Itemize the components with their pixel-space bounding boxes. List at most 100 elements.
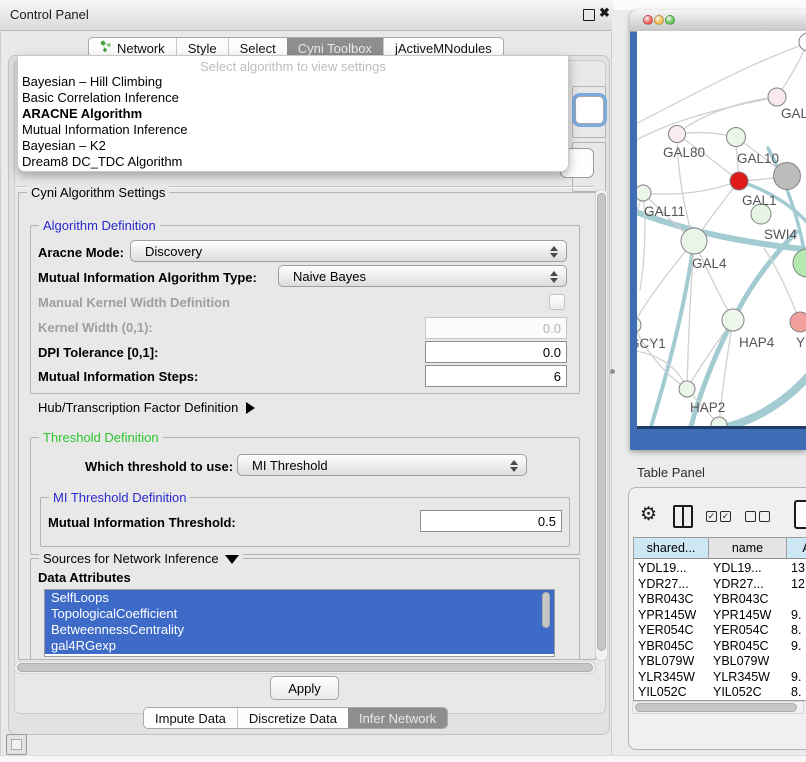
node-label-gal4: GAL4 <box>692 256 727 271</box>
network-node-salmon[interactable] <box>790 312 806 332</box>
table-row[interactable]: YDL19...YDL19...13 <box>634 561 806 577</box>
columns-icon[interactable] <box>673 505 693 528</box>
table-row[interactable]: YLR345WYLR345W9. <box>634 670 806 686</box>
table-cell: YBL079W <box>713 654 769 668</box>
algorithm-option[interactable]: Basic Correlation Inference <box>22 90 564 106</box>
settings-hscrollbar-thumb[interactable] <box>17 663 593 672</box>
table-row[interactable]: YBR045CYBR045C9. <box>634 639 806 655</box>
table-cell: YBR043C <box>638 592 694 606</box>
node-label-gal10: GAL10 <box>737 151 779 166</box>
network-node-big-green[interactable] <box>793 249 806 277</box>
dpi-tolerance-input[interactable]: 0.0 <box>425 341 567 363</box>
network-node-gal80[interactable] <box>669 126 686 143</box>
network-node-hap2[interactable] <box>679 381 695 397</box>
mi-algorithm-type-select[interactable]: Naive Bayes <box>278 265 567 287</box>
data-attributes-list[interactable]: SelfLoopsTopologicalCoefficientBetweenne… <box>44 589 555 657</box>
table-row[interactable]: YBR043CYBR043C <box>634 592 806 608</box>
node-label-gal-pink: GAL <box>781 106 806 121</box>
attribute-list-scrollbar[interactable] <box>542 592 550 628</box>
column-header-a[interactable]: A <box>787 538 806 559</box>
tab-label: jActiveMNodules <box>395 41 492 56</box>
algorithm-option[interactable]: ARACNE Algorithm <box>22 106 564 122</box>
tab-discretize-data[interactable]: Discretize Data <box>237 708 348 728</box>
network-node-gal10[interactable] <box>727 128 746 147</box>
hub-definition-label: Hub/Transcription Factor Definition <box>38 400 238 415</box>
minimized-panel-icon[interactable] <box>6 734 27 755</box>
mi-steps-input[interactable]: 6 <box>425 365 567 387</box>
network-node-gal1-red[interactable] <box>730 172 748 190</box>
algorithm-option[interactable]: Mutual Information Inference <box>22 122 564 138</box>
settings-vscrollbar-thumb[interactable] <box>597 193 606 651</box>
sources-title-wrap[interactable]: Sources for Network Inference <box>39 551 243 566</box>
table-row[interactable]: YPR145WYPR145W9. <box>634 608 806 624</box>
checked-checkbox-icon[interactable]: ✓ <box>706 511 717 522</box>
table-hscrollbar-thumb[interactable] <box>635 703 797 712</box>
network-node-gal11[interactable] <box>637 185 651 201</box>
apply-button[interactable]: Apply <box>270 676 339 700</box>
window-minimize-icon[interactable] <box>654 15 664 25</box>
window-zoom-icon[interactable] <box>665 15 675 25</box>
attribute-item[interactable]: gal4RGexp <box>45 638 554 654</box>
manual-kernel-checkbox[interactable] <box>549 294 565 310</box>
splitter-handle[interactable] <box>610 369 615 374</box>
kernel-width-label: Kernel Width (0,1): <box>38 320 153 335</box>
attribute-item[interactable]: TopologicalCoefficient <box>45 606 554 622</box>
kernel-width-input[interactable]: 0.0 <box>425 317 567 339</box>
mi-threshold-input[interactable]: 0.5 <box>420 510 562 532</box>
float-panel-icon[interactable] <box>583 9 595 21</box>
network-canvas[interactable]: GALGAL80GAL10GAL1GAL11SWI4GAL4GCY1HAP4YH… <box>637 31 806 426</box>
combo-arrows-icon <box>509 459 517 473</box>
focused-combo-fragment[interactable] <box>575 96 604 124</box>
network-node-gal4[interactable] <box>681 228 707 254</box>
network-edge <box>694 372 806 426</box>
table-cell: 8. <box>791 623 801 637</box>
unchecked-checkbox-icon[interactable] <box>759 511 770 522</box>
network-node-gal-pink[interactable] <box>768 88 786 106</box>
checked-checkbox-icon[interactable]: ✓ <box>720 511 731 522</box>
close-panel-icon[interactable]: ✖ <box>599 5 610 21</box>
network-node-hap4[interactable] <box>722 309 744 331</box>
hub-definition-section[interactable]: Hub/Transcription Factor Definition <box>38 399 255 417</box>
gear-icon[interactable]: ⚙ <box>640 503 657 526</box>
column-header-shared[interactable]: shared... <box>634 538 709 559</box>
table-row[interactable]: YER054CYER054C8. <box>634 623 806 639</box>
kernel-width-value: 0.0 <box>543 321 561 336</box>
node-label-gcy1: GCY1 <box>637 336 666 351</box>
node-table[interactable]: shared...nameA YDL19...YDL19...13YDR27...… <box>633 537 806 701</box>
attribute-item[interactable]: SelfLoops <box>45 590 554 606</box>
tab-infer-network[interactable]: Infer Network <box>348 708 447 728</box>
table-cell: 9. <box>791 639 801 653</box>
table-cell: YLR345W <box>638 670 695 684</box>
table-row[interactable]: YDR27...YDR27...12 <box>634 577 806 593</box>
data-attributes-label: Data Attributes <box>38 570 131 585</box>
network-node-gcy1[interactable] <box>637 317 641 333</box>
algorithm-option[interactable]: Bayesian – K2 <box>22 138 564 154</box>
table-panel-title: Table Panel <box>637 465 705 480</box>
network-node-gray-node[interactable] <box>774 163 801 190</box>
window-close-icon[interactable] <box>643 15 653 25</box>
control-panel-title: Control Panel <box>10 7 89 22</box>
network-graph: GALGAL80GAL10GAL1GAL11SWI4GAL4GCY1HAP4YH… <box>637 31 806 426</box>
algorithm-dropdown-popup[interactable]: Select algorithm to view settings Bayesi… <box>17 55 569 172</box>
network-node-top-node[interactable] <box>799 33 806 51</box>
algorithm-option[interactable]: Dream8 DC_TDC Algorithm <box>22 154 564 170</box>
tab-label: Infer Network <box>359 711 436 726</box>
table-row[interactable]: YIL052CYIL052C8. <box>634 685 806 701</box>
control-panel-titlebar: Control Panel <box>0 0 612 31</box>
unchecked-checkbox-icon[interactable] <box>745 511 756 522</box>
tab-impute-data[interactable]: Impute Data <box>144 708 237 728</box>
table-row[interactable]: YBL079WYBL079W <box>634 654 806 670</box>
cyni-mode-tabs: Impute Data Discretize Data Infer Network <box>143 707 448 729</box>
which-threshold-select[interactable]: MI Threshold <box>237 454 527 476</box>
manual-kernel-label: Manual Kernel Width Definition <box>38 295 230 310</box>
column-header-name[interactable]: name <box>709 538 787 559</box>
collapse-down-icon <box>225 555 239 564</box>
document-icon[interactable] <box>794 500 806 529</box>
mi-type-value: Naive Bayes <box>293 269 366 284</box>
algorithm-option[interactable]: Bayesian – Hill Climbing <box>22 74 564 90</box>
table-cell: YIL052C <box>713 685 762 699</box>
network-window-titlebar[interactable] <box>630 10 806 32</box>
aracne-mode-select[interactable]: Discovery <box>130 240 567 262</box>
attribute-item[interactable]: BetweennessCentrality <box>45 622 554 638</box>
tab-label: Discretize Data <box>249 711 337 726</box>
